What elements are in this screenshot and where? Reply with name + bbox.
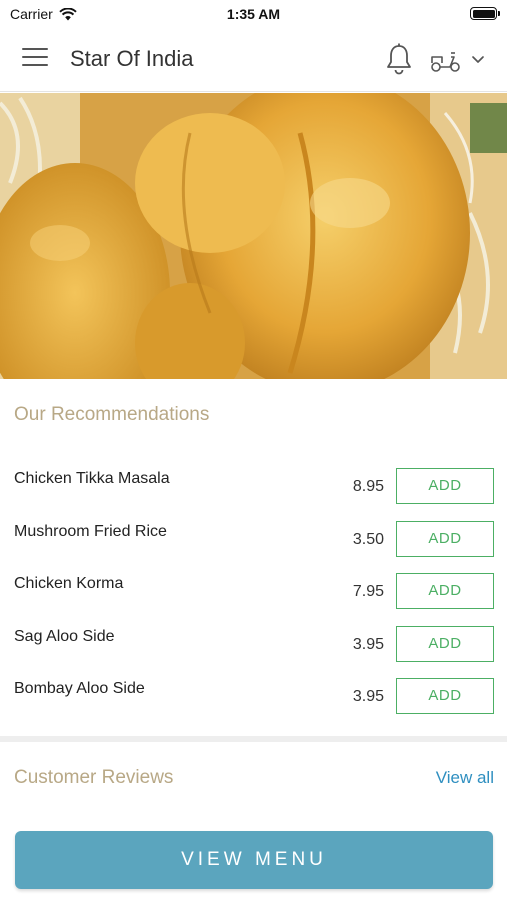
app-header: Star Of India <box>0 28 507 92</box>
menu-icon[interactable] <box>22 48 48 70</box>
dish-name: Sag Aloo Side <box>14 627 115 645</box>
bell-icon[interactable] <box>384 42 414 76</box>
list-item: Chicken Tikka Masala 8.95 ADD <box>0 460 507 513</box>
add-button[interactable]: ADD <box>396 678 494 714</box>
add-button[interactable]: ADD <box>396 573 494 609</box>
recommendations-title: Our Recommendations <box>14 404 210 425</box>
list-item: Sag Aloo Side 3.95 ADD <box>0 618 507 671</box>
dish-price: 3.95 <box>352 635 384 653</box>
dish-price: 8.95 <box>352 478 384 495</box>
hero-image <box>0 93 507 379</box>
battery-icon <box>470 7 500 20</box>
list-item: Chicken Korma 7.95 ADD <box>0 565 507 618</box>
dish-price: 3.50 <box>352 530 384 548</box>
scooter-icon[interactable] <box>430 46 462 74</box>
list-item: Bombay Aloo Side 3.95 ADD <box>0 670 507 723</box>
add-button[interactable]: ADD <box>396 468 494 504</box>
dish-price: 7.95 <box>352 583 384 600</box>
reviews-title: Customer Reviews <box>14 767 174 788</box>
chevron-down-icon[interactable] <box>470 52 486 66</box>
dish-name: Chicken Tikka Masala <box>14 470 170 487</box>
status-time: 1:35 AM <box>226 6 281 22</box>
list-item: Mushroom Fried Rice 3.50 ADD <box>0 513 507 566</box>
page-title: Star Of India <box>70 46 194 71</box>
view-all-link[interactable]: View all <box>436 768 494 788</box>
recommendations-list: Chicken Tikka Masala 8.95 ADD Mushroom F… <box>0 460 507 723</box>
section-divider <box>0 736 507 742</box>
add-button[interactable]: ADD <box>396 625 494 662</box>
roast-chicken-image <box>0 93 507 379</box>
add-button[interactable]: ADD <box>396 520 494 557</box>
dish-price: 3.95 <box>352 688 384 705</box>
view-menu-button[interactable]: VIEW MENU <box>15 831 493 889</box>
dish-name: Chicken Korma <box>14 575 124 592</box>
dish-name: Mushroom Fried Rice <box>14 522 167 540</box>
dish-name: Bombay Aloo Side <box>14 680 145 697</box>
status-bar: Carrier 1:35 AM <box>0 0 507 28</box>
